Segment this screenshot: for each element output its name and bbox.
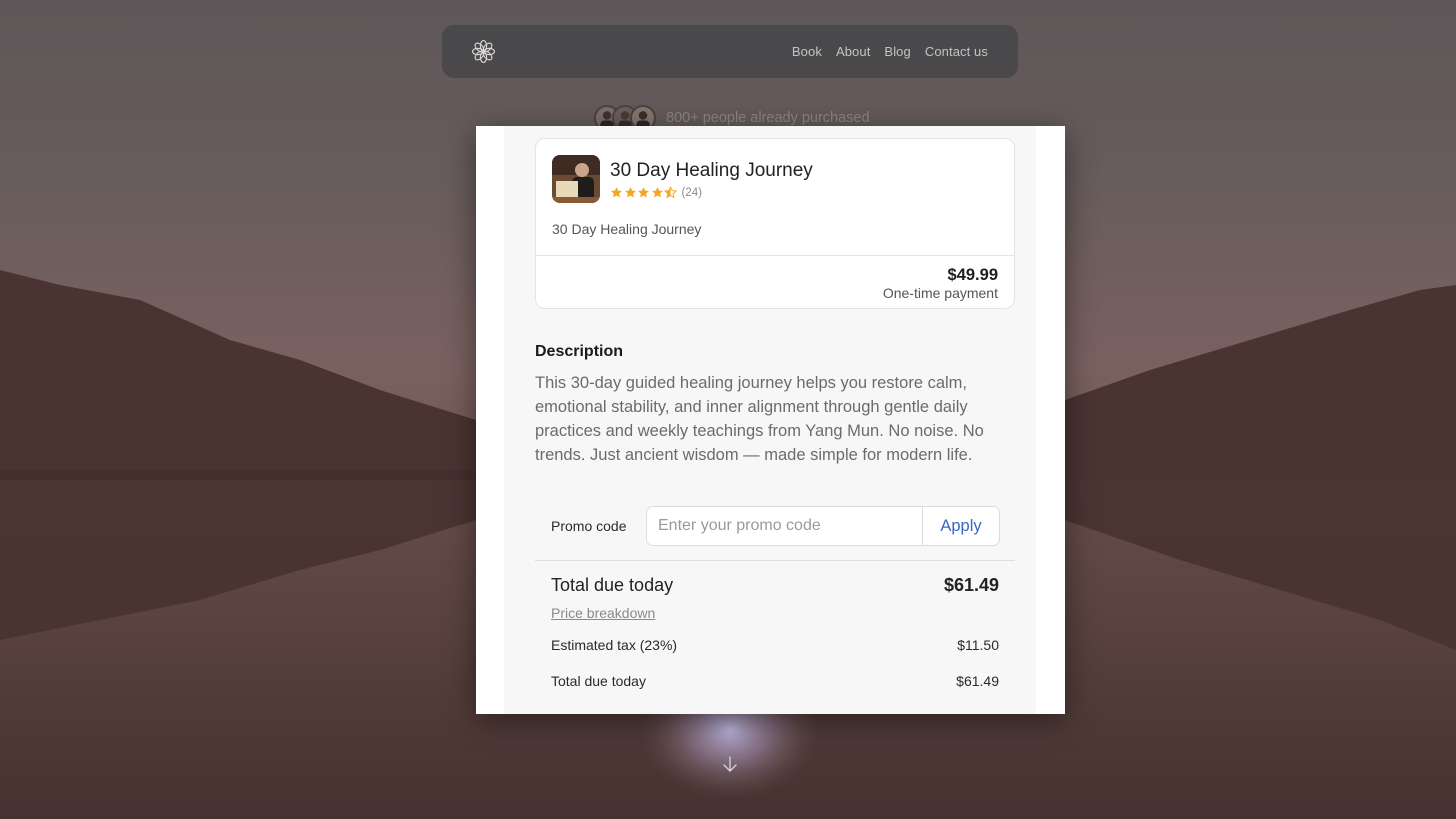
product-subtitle: 30 Day Healing Journey — [552, 221, 702, 237]
product-thumbnail — [552, 155, 600, 203]
top-navbar: Book About Blog Contact us — [442, 25, 1018, 78]
total-due-value: $61.49 — [943, 575, 999, 595]
divider — [535, 560, 1015, 561]
promo-code-input[interactable] — [647, 507, 922, 545]
nav-link-blog[interactable]: Blog — [884, 44, 910, 59]
line-total-label: Total due today — [551, 673, 646, 689]
star-icon — [624, 187, 636, 198]
star-icon — [651, 187, 663, 198]
arrow-down-icon[interactable] — [721, 755, 739, 773]
checkout-content: 30 Day Healing Journey (24) 30 Day Heali… — [504, 126, 1036, 714]
nav-link-about[interactable]: About — [836, 44, 870, 59]
apply-promo-button[interactable]: Apply — [922, 507, 999, 545]
payment-type: One-time payment — [882, 285, 998, 301]
star-icon — [638, 187, 649, 198]
star-rating: (24) — [610, 186, 702, 199]
star-half-icon — [664, 186, 677, 199]
promo-code-label: Promo code — [551, 518, 627, 534]
flower-logo-icon[interactable] — [471, 39, 496, 64]
tax-label: Estimated tax (23%) — [551, 637, 678, 653]
tax-value: $11.50 — [957, 637, 999, 653]
promo-code-group: Apply — [646, 506, 1000, 546]
star-icon — [611, 187, 622, 198]
description-heading: Description — [535, 343, 624, 360]
product-price: $49.99 — [947, 266, 998, 284]
social-proof-text: 800+ people already purchased — [666, 110, 870, 126]
product-card: 30 Day Healing Journey (24) 30 Day Heali… — [535, 138, 1015, 309]
price-breakdown-link[interactable]: Price breakdown — [551, 605, 655, 621]
divider — [536, 255, 1014, 256]
nav-link-book[interactable]: Book — [792, 44, 822, 59]
description-body: This 30-day guided healing journey helps… — [535, 374, 984, 464]
total-due-label: Total due today — [551, 575, 674, 595]
checkout-panel: 30 Day Healing Journey (24) 30 Day Heali… — [476, 126, 1065, 714]
nav-link-contact[interactable]: Contact us — [925, 44, 988, 59]
nav-links: Book About Blog Contact us — [792, 25, 988, 78]
product-title: 30 Day Healing Journey — [610, 160, 813, 181]
line-total-value: $61.49 — [956, 673, 999, 689]
rating-count: (24) — [681, 186, 702, 199]
